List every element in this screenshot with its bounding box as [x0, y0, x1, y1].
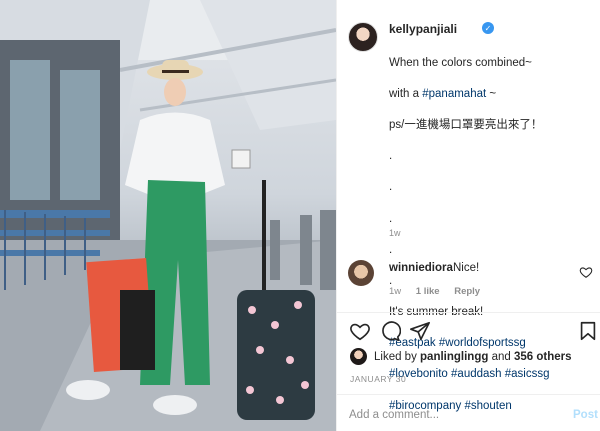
- caption-line: When the colors combined~: [389, 56, 532, 69]
- post-details-panel: kellypanjiali ✓ When the colors combined…: [336, 0, 600, 431]
- post-comment-button[interactable]: Post: [573, 409, 598, 421]
- caption-line: .: [389, 181, 393, 194]
- instagram-post: kellypanjiali ✓ When the colors combined…: [0, 0, 600, 431]
- comment-time[interactable]: 1w: [389, 286, 401, 297]
- caption-line: .: [389, 150, 393, 163]
- caption-line: #lovebonito #auddash #asicssg: [389, 367, 589, 383]
- hashtag-link[interactable]: #shouten: [464, 400, 511, 412]
- comment-icon[interactable]: [379, 320, 401, 342]
- reply-button[interactable]: Reply: [454, 286, 480, 297]
- liker-avatar[interactable]: [350, 348, 367, 365]
- caption-line: with a #panamahat ~: [389, 87, 497, 100]
- liker-username[interactable]: panlinglingg: [420, 351, 488, 363]
- author-avatar[interactable]: [348, 22, 378, 52]
- hashtag-link[interactable]: #auddash: [451, 368, 502, 380]
- heart-icon[interactable]: [349, 320, 371, 342]
- comment-like-heart-icon[interactable]: [579, 265, 593, 279]
- caption-line: ps/一進機場口罩要亮出來了！: [389, 118, 543, 131]
- likes-summary: Liked by panlinglingg and 356 others: [350, 348, 595, 366]
- hashtag-link[interactable]: #panamahat: [422, 88, 486, 100]
- comment-item: winniediora Nice! 1w 1 like Reply: [348, 257, 598, 307]
- likes-others-link[interactable]: 356 others: [514, 351, 572, 363]
- likes-text: Liked by panlinglingg and 356 others: [374, 351, 572, 363]
- verified-badge-icon: ✓: [482, 22, 494, 34]
- comment-meta: 1w 1 like Reply: [389, 286, 492, 297]
- share-icon[interactable]: [409, 320, 431, 342]
- post-caption: When the colors combined~ with a #panama…: [389, 40, 589, 430]
- hashtag-link[interactable]: #asicssg: [505, 368, 550, 380]
- comment-likes[interactable]: 1 like: [416, 286, 440, 297]
- caption-line: .: [389, 243, 393, 256]
- post-timestamp[interactable]: 1w: [389, 228, 401, 238]
- author-username[interactable]: kellypanjiali: [389, 22, 457, 36]
- commenter-username[interactable]: winniediora: [389, 262, 453, 274]
- comment-input[interactable]: Add a comment...: [349, 409, 439, 421]
- airport-photo-illustration: [0, 0, 336, 431]
- commenter-avatar[interactable]: [348, 260, 374, 286]
- post-date[interactable]: JANUARY 30: [350, 374, 406, 384]
- comment-text: Nice!: [453, 262, 480, 274]
- bookmark-icon[interactable]: [577, 320, 599, 342]
- divider: [337, 394, 600, 395]
- action-bar: [349, 320, 599, 344]
- divider: [337, 312, 600, 313]
- post-photo[interactable]: [0, 0, 336, 431]
- caption-line: .: [389, 212, 393, 225]
